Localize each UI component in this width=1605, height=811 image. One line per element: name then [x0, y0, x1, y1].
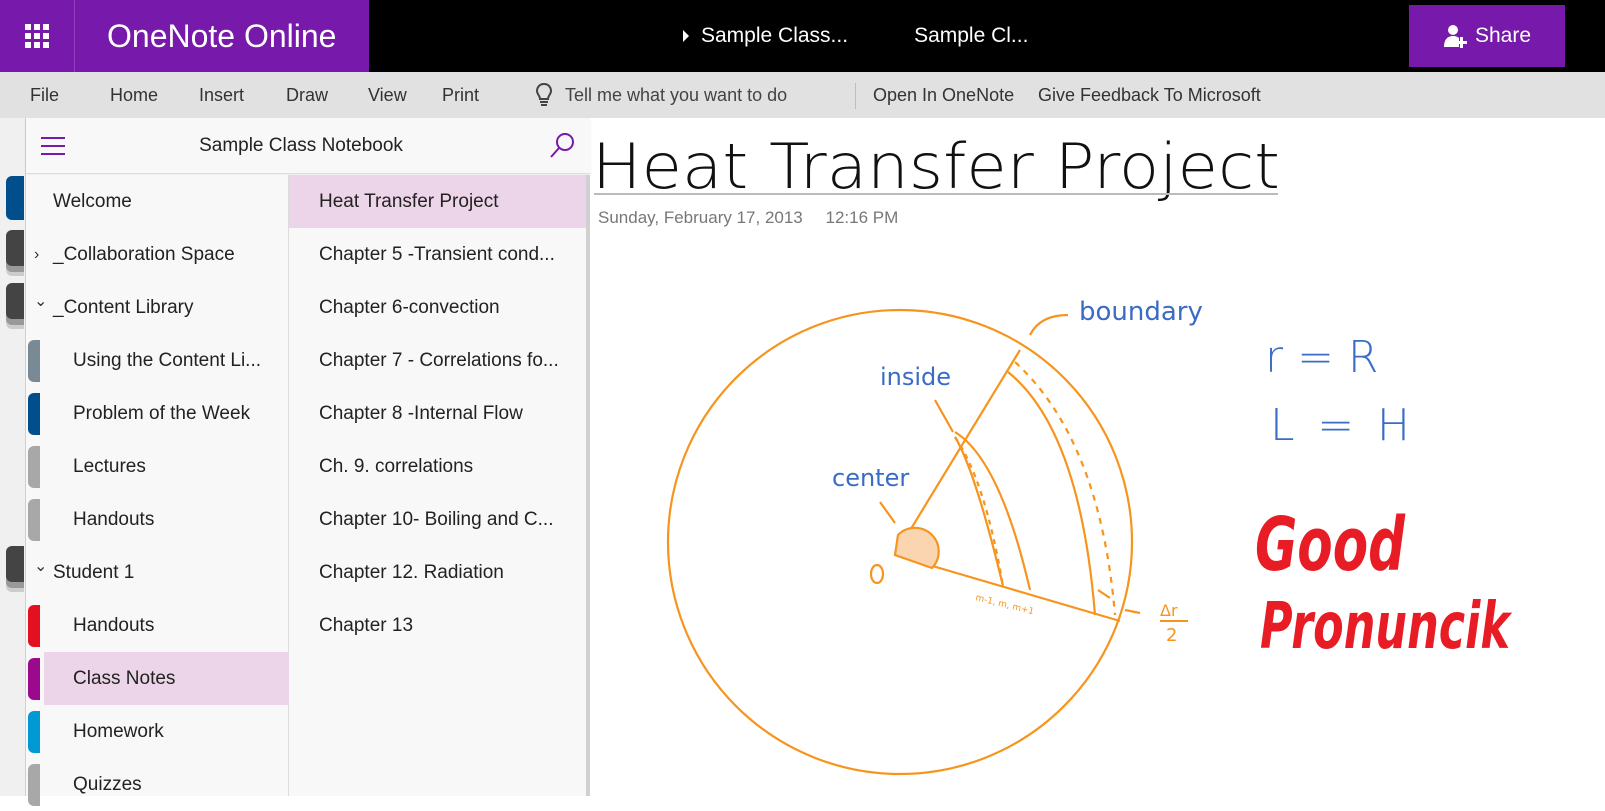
page-title-ink[interactable]: Heat Transfer Project — [592, 130, 1280, 203]
dr-arrow — [1124, 608, 1141, 615]
delta-r-numerator: Δr — [1160, 601, 1178, 620]
inner-arc-0 — [954, 436, 1005, 587]
comment-pronunciation: Pronuncik — [1260, 590, 1512, 664]
delta-r-denominator: 2 — [1166, 625, 1177, 646]
nodes-label: m-1, m, m+1 — [974, 593, 1035, 617]
dr-tick — [1097, 589, 1111, 599]
inside-label: inside — [880, 363, 951, 391]
boundary-arrow — [1029, 313, 1069, 336]
origin-o — [869, 563, 885, 585]
page-time: 12:16 PM — [825, 208, 899, 227]
outer-arc-dashed — [1014, 361, 1117, 616]
center-label: center — [832, 464, 909, 492]
center-arrow — [879, 501, 896, 524]
page-title: Heat Transfer Project — [592, 130, 1280, 203]
comment-good: Good — [1255, 502, 1406, 588]
boundary-label: boundary — [1079, 297, 1203, 327]
outer-arc-1 — [1007, 371, 1097, 616]
inner-arc-dashed — [954, 436, 1005, 587]
equation-r: r = R — [1265, 332, 1379, 383]
equation-l: L = H — [1270, 400, 1410, 451]
page-timestamp: Sunday, February 17, 2013 12:16 PM — [598, 208, 898, 228]
ink-layer: Heat Transfer Project boundary inside ce… — [592, 130, 1512, 776]
inside-arrow — [934, 399, 954, 433]
hatched-angle — [893, 526, 940, 570]
page-date: Sunday, February 17, 2013 — [598, 208, 803, 227]
